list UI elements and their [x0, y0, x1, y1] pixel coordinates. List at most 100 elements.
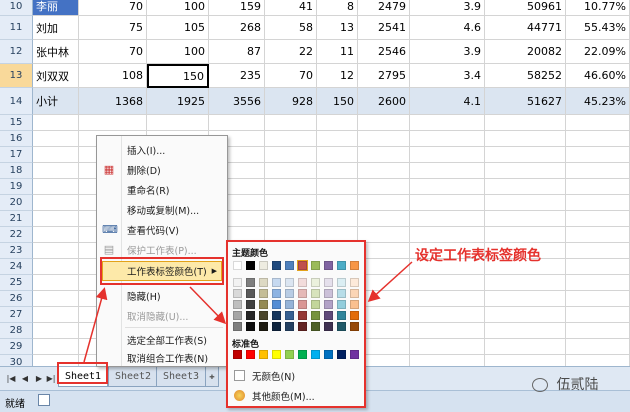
table-cell[interactable] [485, 339, 566, 355]
row-header[interactable]: 20 [0, 195, 33, 211]
table-cell[interactable] [410, 115, 485, 131]
table-cell[interactable]: 8 [317, 0, 358, 16]
table-cell[interactable] [566, 259, 630, 275]
table-cell[interactable] [33, 323, 79, 339]
table-cell[interactable] [566, 179, 630, 195]
table-cell[interactable] [485, 307, 566, 323]
table-cell[interactable] [566, 115, 630, 131]
table-cell[interactable] [317, 147, 358, 163]
table-cell[interactable]: 150 [147, 64, 209, 88]
table-cell[interactable] [265, 211, 317, 227]
table-cell[interactable] [265, 147, 317, 163]
table-cell[interactable] [317, 131, 358, 147]
table-cell[interactable]: 13 [317, 16, 358, 40]
menu-hide[interactable]: 隐藏(H) [97, 286, 227, 306]
first-sheet-icon[interactable]: |◀ [6, 372, 16, 384]
table-cell[interactable]: 11 [317, 40, 358, 64]
table-cell[interactable] [33, 259, 79, 275]
table-cell[interactable]: 41 [265, 0, 317, 16]
table-cell[interactable] [33, 131, 79, 147]
row-header[interactable]: 25 [0, 275, 33, 291]
menu-view-code[interactable]: ⌨ 查看代码(V) [97, 220, 227, 240]
table-cell[interactable] [566, 147, 630, 163]
row-header[interactable]: 30 [0, 355, 33, 366]
row-header[interactable]: 23 [0, 243, 33, 259]
table-cell[interactable] [358, 179, 410, 195]
table-cell[interactable] [317, 115, 358, 131]
table-cell[interactable]: 22 [265, 40, 317, 64]
table-cell[interactable] [209, 115, 265, 131]
menu-delete[interactable]: ▦ 删除(D) [97, 160, 227, 180]
table-cell[interactable]: 李丽 [33, 0, 79, 16]
table-cell[interactable]: 55.43% [566, 16, 630, 40]
table-cell[interactable] [79, 115, 147, 131]
table-cell[interactable] [358, 147, 410, 163]
table-cell[interactable]: 刘双双 [33, 64, 79, 88]
table-cell[interactable] [566, 131, 630, 147]
table-cell[interactable]: 150 [317, 88, 358, 115]
last-sheet-icon[interactable]: ▶| [46, 372, 56, 384]
table-cell[interactable]: 2479 [358, 0, 410, 16]
table-cell[interactable]: 46.60% [566, 64, 630, 88]
table-cell[interactable] [566, 291, 630, 307]
table-cell[interactable] [410, 339, 485, 355]
row-header[interactable]: 28 [0, 323, 33, 339]
table-cell[interactable] [33, 339, 79, 355]
table-cell[interactable] [410, 275, 485, 291]
row-header[interactable]: 10 [0, 0, 33, 16]
table-cell[interactable]: 4.1 [410, 88, 485, 115]
row-header[interactable]: 27 [0, 307, 33, 323]
row-header[interactable]: 17 [0, 147, 33, 163]
table-cell[interactable] [33, 227, 79, 243]
table-cell[interactable]: 张中林 [33, 40, 79, 64]
table-cell[interactable] [566, 275, 630, 291]
table-cell[interactable]: 4.6 [410, 16, 485, 40]
table-cell[interactable]: 20082 [485, 40, 566, 64]
menu-move-copy[interactable]: 移动或复制(M)... [97, 200, 227, 220]
table-cell[interactable] [358, 195, 410, 211]
next-sheet-icon[interactable]: ▶ [34, 372, 44, 384]
table-cell[interactable]: 108 [79, 64, 147, 88]
table-cell[interactable]: 3.9 [410, 0, 485, 16]
insert-sheet-icon[interactable]: ✚ [205, 367, 219, 387]
table-cell[interactable]: 235 [209, 64, 265, 88]
table-cell[interactable]: 3.9 [410, 40, 485, 64]
table-cell[interactable] [358, 115, 410, 131]
table-cell[interactable] [410, 211, 485, 227]
table-cell[interactable]: 100 [147, 40, 209, 64]
table-cell[interactable] [33, 275, 79, 291]
table-cell[interactable]: 928 [265, 88, 317, 115]
table-cell[interactable]: 105 [147, 16, 209, 40]
row-header[interactable]: 11 [0, 16, 33, 40]
table-cell[interactable]: 159 [209, 0, 265, 16]
row-header[interactable]: 22 [0, 227, 33, 243]
tab-sheet2[interactable]: Sheet2 [108, 367, 158, 387]
table-cell[interactable] [566, 323, 630, 339]
table-cell[interactable] [33, 291, 79, 307]
table-cell[interactable] [410, 131, 485, 147]
table-cell[interactable] [566, 195, 630, 211]
table-cell[interactable] [358, 211, 410, 227]
menu-ungroup-sheets[interactable]: 取消组合工作表(N) [97, 348, 227, 368]
table-cell[interactable] [265, 131, 317, 147]
table-cell[interactable] [410, 179, 485, 195]
table-cell[interactable] [485, 163, 566, 179]
table-cell[interactable] [485, 227, 566, 243]
table-cell[interactable] [33, 179, 79, 195]
table-cell[interactable] [566, 355, 630, 366]
table-cell[interactable]: 58252 [485, 64, 566, 88]
table-cell[interactable] [317, 163, 358, 179]
menu-rename[interactable]: 重命名(R) [97, 180, 227, 200]
table-cell[interactable] [265, 195, 317, 211]
table-cell[interactable]: 刘加 [33, 16, 79, 40]
table-cell[interactable] [485, 323, 566, 339]
row-header[interactable]: 21 [0, 211, 33, 227]
table-cell[interactable] [485, 211, 566, 227]
row-header[interactable]: 26 [0, 291, 33, 307]
row-header[interactable]: 24 [0, 259, 33, 275]
table-cell[interactable] [485, 355, 566, 366]
table-cell[interactable] [410, 163, 485, 179]
table-cell[interactable] [410, 147, 485, 163]
table-cell[interactable]: 2541 [358, 16, 410, 40]
table-cell[interactable] [485, 131, 566, 147]
